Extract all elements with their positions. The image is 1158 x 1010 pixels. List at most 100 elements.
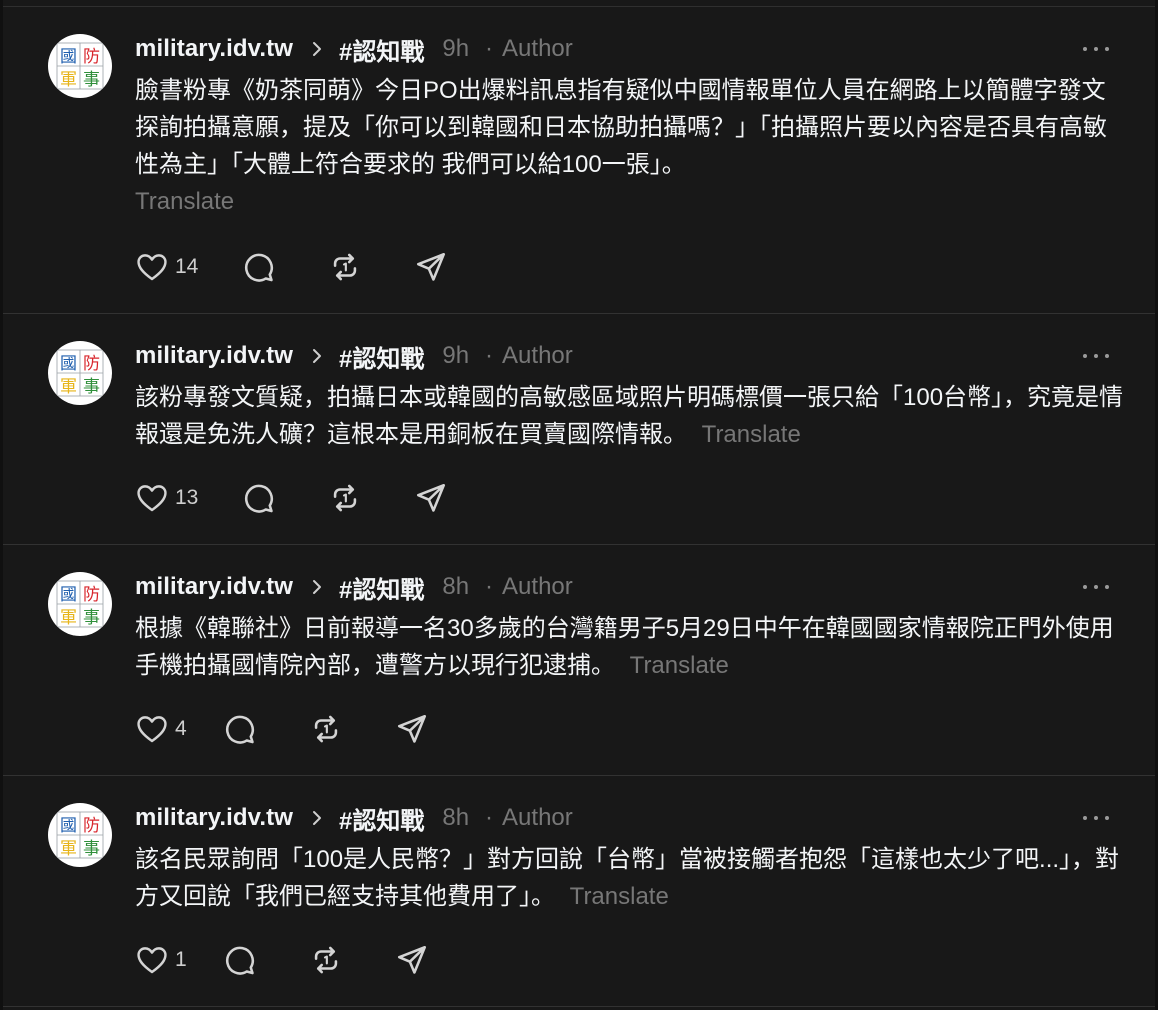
avatar-char-1: 國 — [60, 47, 77, 67]
comment-icon — [245, 253, 274, 282]
author-label: Author — [502, 342, 573, 369]
translate-link[interactable]: Translate — [135, 188, 234, 215]
share-icon — [417, 483, 446, 512]
post-text-block: 該粉專發文質疑，拍攝日本或韓國的高敏感區域照片明碼標價一張只給「100台幣」，究… — [135, 379, 1125, 453]
chevron-right-icon — [311, 348, 323, 364]
share-icon — [397, 714, 426, 743]
topic-tag[interactable]: #認知戰 — [339, 570, 424, 605]
post[interactable]: 國 防 軍 事 military.idv.tw #認知戰 8h · Author… — [3, 545, 1155, 776]
post-actions: 1 — [135, 940, 429, 980]
post-time[interactable]: 8h — [442, 804, 469, 832]
post-text-block: 臉書粉專《奶茶同萌》今日PO出爆料訊息指有疑似中國情報單位人員在網路上以簡體字發… — [135, 72, 1125, 220]
topic-tag[interactable]: #認知戰 — [339, 801, 424, 836]
like-count: 14 — [175, 255, 199, 278]
share-icon — [417, 252, 446, 281]
post-header: military.idv.tw #認知戰 8h · Author — [135, 801, 573, 836]
post[interactable]: 國 防 軍 事 military.idv.tw #認知戰 9h · Author… — [3, 7, 1155, 314]
heart-icon — [137, 716, 167, 743]
repost-button[interactable] — [328, 250, 362, 284]
post-header: military.idv.tw #認知戰 9h · Author — [135, 32, 573, 67]
repost-button[interactable] — [328, 481, 362, 515]
share-button[interactable] — [395, 712, 429, 746]
chevron-right-icon — [311, 579, 323, 595]
post-text-block: 該名民眾詢問「100是人民幣？」對方回說「台幣」當被接觸者抱怨「這樣也太少了吧.… — [135, 841, 1125, 915]
repost-icon — [334, 253, 357, 281]
heart-icon — [137, 254, 167, 281]
avatar-char-1: 國 — [60, 816, 77, 836]
translate-link[interactable]: Translate — [702, 421, 801, 448]
post[interactable]: 國 防 軍 事 military.idv.tw #認知戰 8h · Author… — [3, 776, 1155, 1007]
translate-link[interactable]: Translate — [570, 883, 669, 910]
like-count: 1 — [175, 948, 187, 971]
avatar[interactable]: 國 防 軍 事 — [48, 34, 112, 98]
avatar-char-3: 軍 — [60, 377, 77, 397]
like-button[interactable]: 1 — [135, 943, 187, 977]
repost-button[interactable] — [309, 712, 343, 746]
share-button[interactable] — [414, 481, 448, 515]
avatar-char-4: 事 — [83, 70, 100, 90]
topic-tag[interactable]: #認知戰 — [339, 339, 424, 374]
avatar[interactable]: 國 防 軍 事 — [48, 803, 112, 867]
repost-icon — [334, 484, 357, 512]
avatar[interactable]: 國 防 軍 事 — [48, 341, 112, 405]
post-header: military.idv.tw #認知戰 8h · Author — [135, 570, 573, 605]
repost-button[interactable] — [309, 943, 343, 977]
like-button[interactable]: 14 — [135, 250, 198, 284]
thread-feed: 國 防 軍 事 military.idv.tw #認知戰 9h · Author… — [3, 0, 1155, 1010]
heart-icon — [137, 485, 167, 512]
username[interactable]: military.idv.tw — [135, 342, 293, 370]
comment-button[interactable] — [223, 712, 257, 746]
translate-link[interactable]: Translate — [630, 652, 729, 679]
like-button[interactable]: 13 — [135, 481, 198, 515]
separator-dot: · — [485, 35, 494, 62]
share-button[interactable] — [395, 943, 429, 977]
avatar-char-3: 軍 — [60, 839, 77, 859]
avatar-char-4: 事 — [83, 608, 100, 628]
share-button[interactable] — [414, 250, 448, 284]
topic-tag[interactable]: #認知戰 — [339, 32, 424, 67]
repost-icon — [314, 946, 337, 974]
comment-icon — [225, 946, 254, 975]
chevron-right-icon — [311, 810, 323, 826]
post-text: 臉書粉專《奶茶同萌》今日PO出爆料訊息指有疑似中國情報單位人員在網路上以簡體字發… — [135, 77, 1107, 178]
author-label: Author — [502, 35, 573, 62]
avatar[interactable]: 國 防 軍 事 — [48, 572, 112, 636]
avatar-logo: 國 防 軍 事 — [56, 349, 104, 397]
username[interactable]: military.idv.tw — [135, 573, 293, 601]
avatar-char-1: 國 — [60, 585, 77, 605]
username[interactable]: military.idv.tw — [135, 35, 293, 63]
author-label: Author — [502, 573, 573, 600]
post-time[interactable]: 8h — [442, 573, 469, 601]
comment-icon — [225, 715, 254, 744]
comment-button[interactable] — [242, 481, 276, 515]
post[interactable]: 國 防 軍 事 military.idv.tw #認知戰 9h · Author… — [3, 314, 1155, 545]
avatar-logo: 國 防 軍 事 — [56, 811, 104, 859]
post-actions: 14 — [135, 247, 448, 287]
comment-button[interactable] — [242, 250, 276, 284]
post-text-block: 根據《韓聯社》日前報導一名30多歲的台灣籍男子5月29日中午在韓國國家情報院正門… — [135, 610, 1125, 684]
heart-icon — [137, 947, 167, 974]
avatar-logo: 國 防 軍 事 — [56, 580, 104, 628]
separator-dot: · — [485, 342, 494, 369]
like-button[interactable]: 4 — [135, 712, 187, 746]
more-icon[interactable] — [1083, 43, 1109, 55]
post-text: 該粉專發文質疑，拍攝日本或韓國的高敏感區域照片明碼標價一張只給「100台幣」，究… — [135, 384, 1124, 448]
more-icon[interactable] — [1083, 812, 1109, 824]
username[interactable]: military.idv.tw — [135, 804, 293, 832]
more-icon[interactable] — [1083, 350, 1109, 362]
post-time[interactable]: 9h — [442, 35, 469, 63]
avatar-char-2: 防 — [83, 816, 100, 836]
chevron-right-icon — [311, 41, 323, 57]
like-count: 4 — [175, 717, 187, 740]
avatar-char-2: 防 — [83, 585, 100, 605]
post-time[interactable]: 9h — [442, 342, 469, 370]
more-icon[interactable] — [1083, 581, 1109, 593]
comment-button[interactable] — [223, 943, 257, 977]
avatar-char-3: 軍 — [60, 70, 77, 90]
avatar-char-3: 軍 — [60, 608, 77, 628]
repost-icon — [314, 715, 337, 743]
top-divider — [3, 0, 1155, 7]
separator-dot: · — [485, 573, 494, 600]
avatar-char-4: 事 — [83, 839, 100, 859]
avatar-char-2: 防 — [83, 354, 100, 374]
